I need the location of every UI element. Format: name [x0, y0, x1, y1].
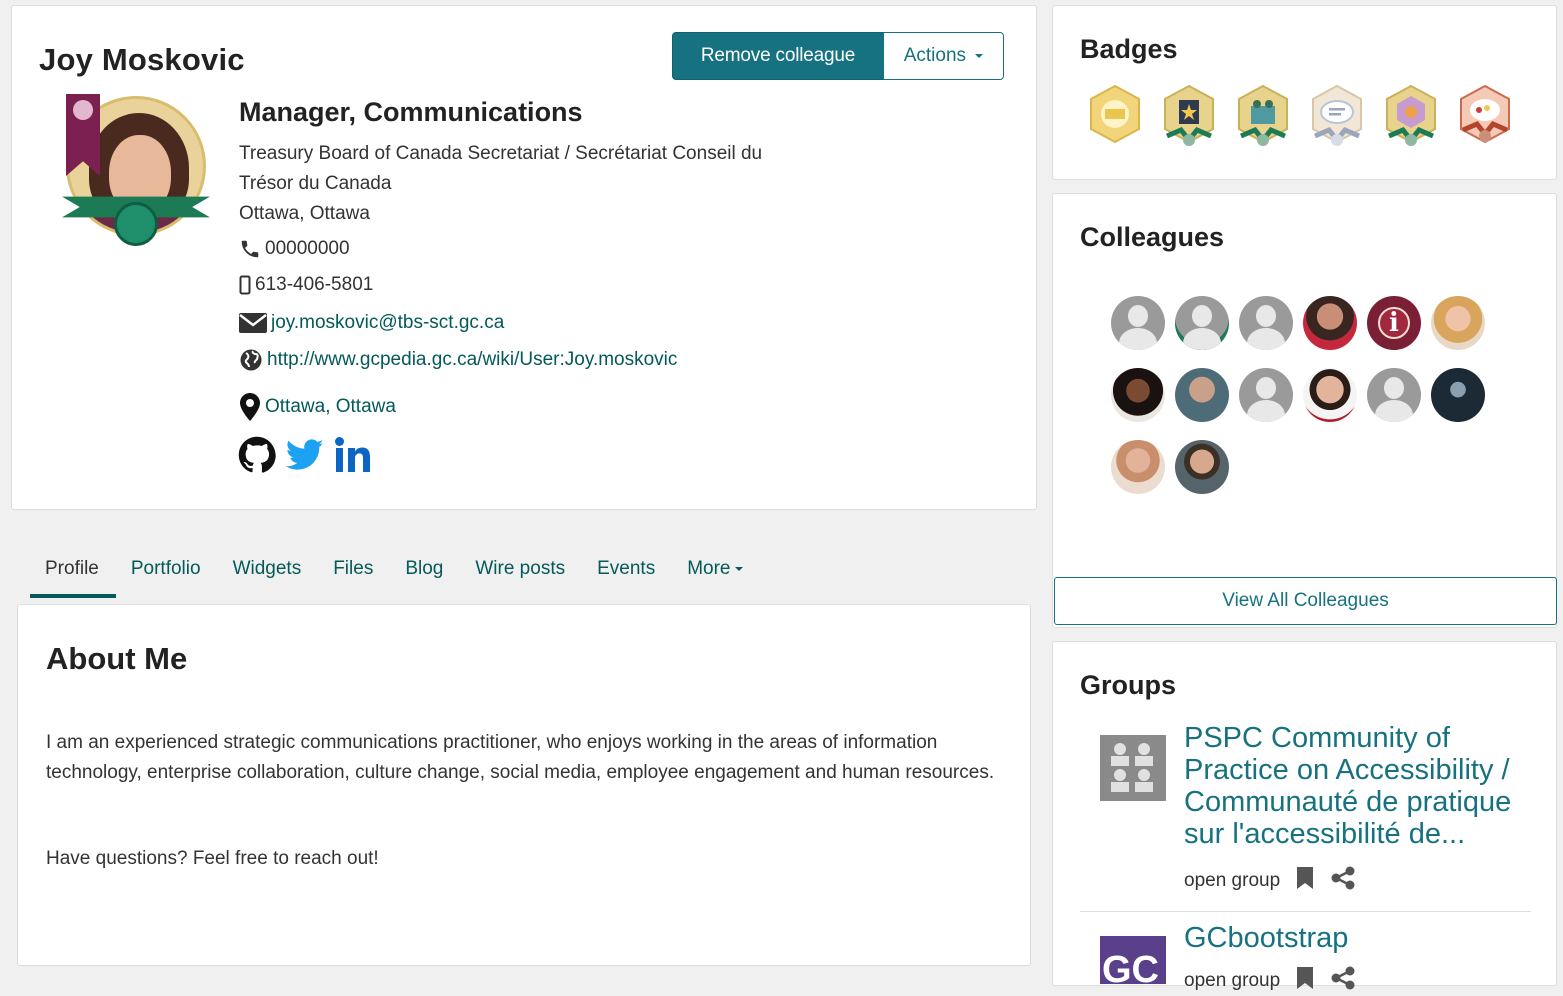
linkedin-icon[interactable]	[334, 436, 374, 474]
colleague-avatar[interactable]	[1175, 368, 1229, 422]
tab-more[interactable]: More	[672, 552, 759, 598]
tab-blog[interactable]: Blog	[390, 552, 460, 598]
colleague-avatar[interactable]	[1431, 368, 1485, 422]
profile-avatar	[62, 94, 210, 254]
badge-icon[interactable]	[1087, 84, 1143, 150]
share-icon[interactable]	[1330, 966, 1356, 996]
colleague-avatar[interactable]	[1175, 440, 1229, 494]
badge-icon[interactable]	[1457, 84, 1513, 150]
tab-portfolio[interactable]: Portfolio	[116, 552, 218, 598]
caret-down-icon	[975, 53, 984, 58]
about-text-question: Have questions? Feel free to reach out!	[46, 848, 379, 869]
tab-profile[interactable]: Profile	[30, 552, 116, 598]
badge-icon[interactable]	[1235, 84, 1291, 150]
bookmark-icon[interactable]	[1296, 966, 1314, 996]
share-icon[interactable]	[1330, 866, 1356, 896]
group-type: open group	[1184, 870, 1281, 891]
colleagues-title: Colleagues	[1080, 222, 1225, 252]
actions-label: Actions	[903, 45, 967, 66]
github-icon[interactable]	[238, 436, 276, 474]
badges-title: Badges	[1080, 34, 1178, 64]
profile-tabs: Profile Portfolio Widgets Files Blog Wir…	[30, 552, 760, 598]
phone-row: 00000000	[239, 238, 350, 260]
phone-number: 00000000	[265, 238, 350, 259]
groups-title: Groups	[1080, 670, 1177, 700]
colleagues-panel: Colleagues i View All Colleagues	[1052, 193, 1557, 628]
envelope-icon	[239, 313, 267, 333]
tab-wire-posts[interactable]: Wire posts	[460, 552, 582, 598]
profile-card: Joy Moskovic Remove colleague Actions Ma…	[11, 5, 1037, 510]
mobile-number: 613-406-5801	[255, 274, 374, 295]
actions-dropdown-button[interactable]: Actions	[883, 32, 1004, 80]
profile-name: Joy Moskovic	[39, 42, 245, 77]
bookmark-icon[interactable]	[1296, 866, 1314, 896]
colleague-avatar[interactable]	[1239, 368, 1293, 422]
place-link[interactable]: Ottawa, Ottawa	[265, 396, 396, 418]
website-link[interactable]: http://www.gcpedia.gc.ca/wiki/User:Joy.m…	[267, 349, 677, 371]
badges-list	[1087, 84, 1513, 150]
colleague-avatar[interactable]	[1111, 296, 1165, 350]
department-cont: Trésor du Canada	[239, 173, 392, 194]
phone-icon	[239, 238, 261, 260]
group-item: GC GCbootstrap open group	[1080, 918, 1531, 991]
caret-down-icon	[734, 566, 743, 571]
badge-icon[interactable]	[1161, 84, 1217, 150]
tab-more-label: More	[687, 558, 731, 579]
email-row: joy.moskovic@tbs-sct.gc.ca	[239, 312, 504, 334]
about-panel: About Me I am an experienced strategic c…	[17, 604, 1031, 966]
medal-icon	[114, 202, 158, 246]
social-links	[238, 436, 374, 474]
tab-files[interactable]: Files	[318, 552, 390, 598]
department: Treasury Board of Canada Secretariat / S…	[239, 143, 763, 164]
colleague-list: i	[1111, 296, 1501, 494]
colleague-avatar[interactable]	[1303, 296, 1357, 350]
badge-icon[interactable]	[1383, 84, 1439, 150]
about-title: About Me	[46, 641, 188, 676]
colleague-avatar[interactable]	[1111, 368, 1165, 422]
group-type: open group	[1184, 970, 1281, 991]
location: Ottawa, Ottawa	[239, 203, 370, 224]
group-meta: open group	[1184, 966, 1356, 996]
group-name-link[interactable]: PSPC Community of Practice on Accessibil…	[1184, 722, 1529, 850]
group-thumbnail[interactable]	[1100, 735, 1166, 801]
job-title: Manager, Communications	[239, 97, 583, 127]
globe-icon	[239, 348, 263, 372]
svg-text:GC: GC	[1102, 949, 1159, 984]
colleague-avatar[interactable]	[1431, 296, 1485, 350]
badge-icon[interactable]	[1309, 84, 1365, 150]
mobile-row: 613-406-5801	[239, 274, 373, 296]
badges-panel: Badges	[1052, 5, 1557, 180]
group-thumbnail[interactable]: GC	[1100, 936, 1166, 984]
group-item: PSPC Community of Practice on Accessibil…	[1080, 720, 1531, 912]
groups-panel: Groups PSPC Community of Practice on Acc…	[1052, 641, 1557, 991]
website-row: http://www.gcpedia.gc.ca/wiki/User:Joy.m…	[239, 348, 677, 372]
view-all-colleagues-button[interactable]: View All Colleagues	[1054, 577, 1557, 625]
tab-events[interactable]: Events	[582, 552, 672, 598]
group-meta: open group	[1184, 866, 1356, 896]
colleague-avatar[interactable]	[1239, 296, 1293, 350]
tab-widgets[interactable]: Widgets	[218, 552, 319, 598]
colleague-avatar[interactable]: i	[1367, 296, 1421, 350]
place-row: Ottawa, Ottawa	[239, 392, 396, 422]
email-link[interactable]: joy.moskovic@tbs-sct.gc.ca	[271, 312, 504, 334]
about-text: I am an experienced strategic communicat…	[46, 732, 995, 783]
remove-colleague-button[interactable]: Remove colleague	[672, 32, 884, 80]
group-name-link[interactable]: GCbootstrap	[1184, 922, 1348, 954]
colleague-avatar[interactable]	[1367, 368, 1421, 422]
twitter-icon[interactable]	[286, 439, 324, 471]
colleague-avatar[interactable]	[1175, 296, 1229, 350]
mobile-icon	[239, 275, 251, 295]
colleague-avatar[interactable]	[1111, 440, 1165, 494]
colleague-avatar[interactable]	[1303, 368, 1357, 422]
map-marker-icon	[239, 392, 261, 422]
info-icon: i	[1378, 307, 1410, 339]
